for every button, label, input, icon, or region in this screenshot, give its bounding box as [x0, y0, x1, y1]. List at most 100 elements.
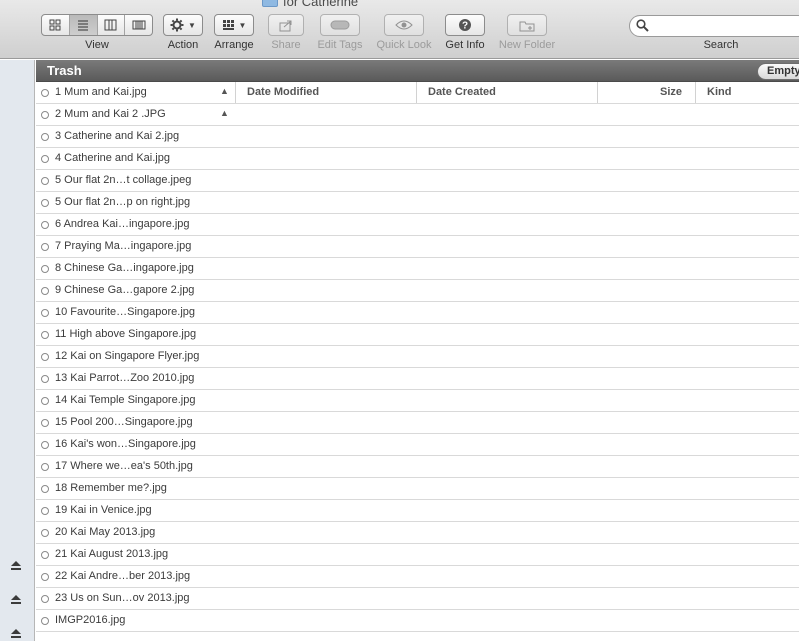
list-view-icon [78, 20, 89, 31]
file-name: 19 Kai in Venice.jpg [55, 504, 152, 516]
share-label: Share [271, 39, 301, 51]
row-circle-icon [41, 265, 49, 273]
search-input[interactable] [629, 15, 799, 37]
file-row[interactable]: 17 Where we…ea's 50th.jpg [36, 456, 799, 478]
chevron-down-icon: ▼ [188, 20, 196, 30]
file-row[interactable]: 10 Favourite…Singapore.jpg [36, 302, 799, 324]
file-row[interactable]: 14 Kai Temple Singapore.jpg [36, 390, 799, 412]
file-row[interactable]: 4 Catherine and Kai.jpg [36, 148, 799, 170]
file-name: 15 Pool 200…Singapore.jpg [55, 416, 193, 428]
file-row[interactable]: 18 Remember me?.jpg [36, 478, 799, 500]
file-row[interactable]: 6 Andrea Kai…ingapore.jpg [36, 214, 799, 236]
row-circle-icon [41, 375, 49, 383]
eye-icon [395, 20, 413, 30]
file-row[interactable]: 1 Mum and Kai.jpg ▲ [36, 82, 799, 104]
file-row[interactable]: 22 Kai Andre…ber 2013.jpg [36, 566, 799, 588]
file-row[interactable]: 20 Kai May 2013.jpg [36, 522, 799, 544]
share-button[interactable] [268, 14, 304, 36]
get-info-label: Get Info [445, 39, 485, 51]
row-circle-icon [41, 243, 49, 251]
file-name: 5 Our flat 2n…t collage.jpeg [55, 174, 192, 186]
file-row[interactable]: 19 Kai in Venice.jpg [36, 500, 799, 522]
new-folder-label: New Folder [498, 39, 556, 51]
icon-view-button[interactable] [42, 15, 70, 35]
row-circle-icon [41, 133, 49, 141]
edit-tags-button[interactable] [320, 14, 360, 36]
file-row[interactable]: 8 Chinese Ga…ingapore.jpg [36, 258, 799, 280]
edit-tags-label: Edit Tags [317, 39, 363, 51]
file-row[interactable]: 21 Kai August 2013.jpg [36, 544, 799, 566]
row-circle-icon [41, 309, 49, 317]
eject-icon[interactable] [9, 626, 23, 640]
file-row[interactable]: 11 High above Singapore.jpg [36, 324, 799, 346]
file-row[interactable]: 16 Kai's won…Singapore.jpg [36, 434, 799, 456]
file-row[interactable]: 2 Mum and Kai 2 .JPG ▲ [36, 104, 799, 126]
quick-look-button[interactable] [384, 14, 424, 36]
file-name: 8 Chinese Ga…ingapore.jpg [55, 262, 194, 274]
file-row[interactable]: 5 Our flat 2n…p on right.jpg [36, 192, 799, 214]
new-folder-button[interactable] [507, 14, 547, 36]
row-circle-icon [41, 89, 49, 97]
svg-text:?: ? [462, 21, 468, 32]
row-circle-icon [41, 287, 49, 295]
row-circle-icon [41, 573, 49, 581]
search-icon [636, 19, 649, 32]
file-name: 20 Kai May 2013.jpg [55, 526, 156, 538]
gear-icon [170, 18, 184, 32]
file-row[interactable]: 13 Kai Parrot…Zoo 2010.jpg [36, 368, 799, 390]
file-row[interactable]: 23 Us on Sun…ov 2013.jpg [36, 588, 799, 610]
row-circle-icon [41, 551, 49, 559]
file-name: 23 Us on Sun…ov 2013.jpg [55, 592, 190, 604]
sort-arrow-icon: ▲ [220, 86, 229, 96]
share-icon [279, 20, 292, 31]
eject-icon[interactable] [9, 558, 23, 572]
cover-flow-view-button[interactable] [125, 15, 152, 35]
file-name: 2 Mum and Kai 2 .JPG [55, 108, 166, 120]
file-name: 22 Kai Andre…ber 2013.jpg [55, 570, 191, 582]
action-label: Action [167, 39, 199, 51]
row-circle-icon [41, 199, 49, 207]
column-view-button[interactable] [98, 15, 126, 35]
row-circle-icon [41, 463, 49, 471]
file-row[interactable]: 5 Our flat 2n…t collage.jpeg [36, 170, 799, 192]
row-circle-icon [41, 331, 49, 339]
empty-trash-button[interactable]: Empty [757, 63, 799, 80]
file-row[interactable]: 12 Kai on Singapore Flyer.jpg [36, 346, 799, 368]
get-info-button[interactable]: ? [445, 14, 485, 36]
file-row[interactable]: 7 Praying Ma…ingapore.jpg [36, 236, 799, 258]
row-circle-icon [41, 155, 49, 163]
trash-title: Trash [47, 63, 82, 78]
file-row[interactable]: 15 Pool 200…Singapore.jpg [36, 412, 799, 434]
eject-icon[interactable] [9, 592, 23, 606]
row-circle-icon [41, 485, 49, 493]
file-name: 9 Chinese Ga…gapore 2.jpg [55, 284, 195, 296]
cover-flow-icon [132, 20, 146, 30]
file-name: 18 Remember me?.jpg [55, 482, 167, 494]
arrange-label: Arrange [214, 39, 254, 51]
window-title-text: for Catherine [283, 0, 359, 9]
file-row[interactable]: 9 Chinese Ga…gapore 2.jpg [36, 280, 799, 302]
row-circle-icon [41, 353, 49, 361]
file-name: 11 High above Singapore.jpg [55, 328, 197, 340]
view-label: View [85, 39, 109, 51]
arrange-grid-icon [222, 20, 234, 30]
file-name: 17 Where we…ea's 50th.jpg [55, 460, 193, 472]
folder-icon [262, 0, 278, 7]
file-name: 16 Kai's won…Singapore.jpg [55, 438, 196, 450]
view-mode-control [41, 14, 153, 36]
row-circle-icon [41, 221, 49, 229]
action-button[interactable]: ▼ [163, 14, 203, 36]
file-row[interactable]: 3 Catherine and Kai 2.jpg [36, 126, 799, 148]
file-name: 13 Kai Parrot…Zoo 2010.jpg [55, 372, 195, 384]
file-name: 4 Catherine and Kai.jpg [55, 152, 170, 164]
file-name: IMGP2016.jpg [55, 614, 126, 626]
window-title: for Catherine [262, 0, 359, 9]
arrange-button[interactable]: ▼ [214, 14, 254, 36]
row-circle-icon [41, 529, 49, 537]
file-list: Date Modified Date Created Size Kind 1 M… [36, 82, 799, 641]
search-label: Search [703, 39, 739, 51]
file-row[interactable]: IMGP2016.jpg [36, 610, 799, 632]
info-icon: ? [459, 19, 471, 32]
list-view-button[interactable] [69, 15, 98, 35]
file-name: 1 Mum and Kai.jpg [55, 86, 147, 98]
